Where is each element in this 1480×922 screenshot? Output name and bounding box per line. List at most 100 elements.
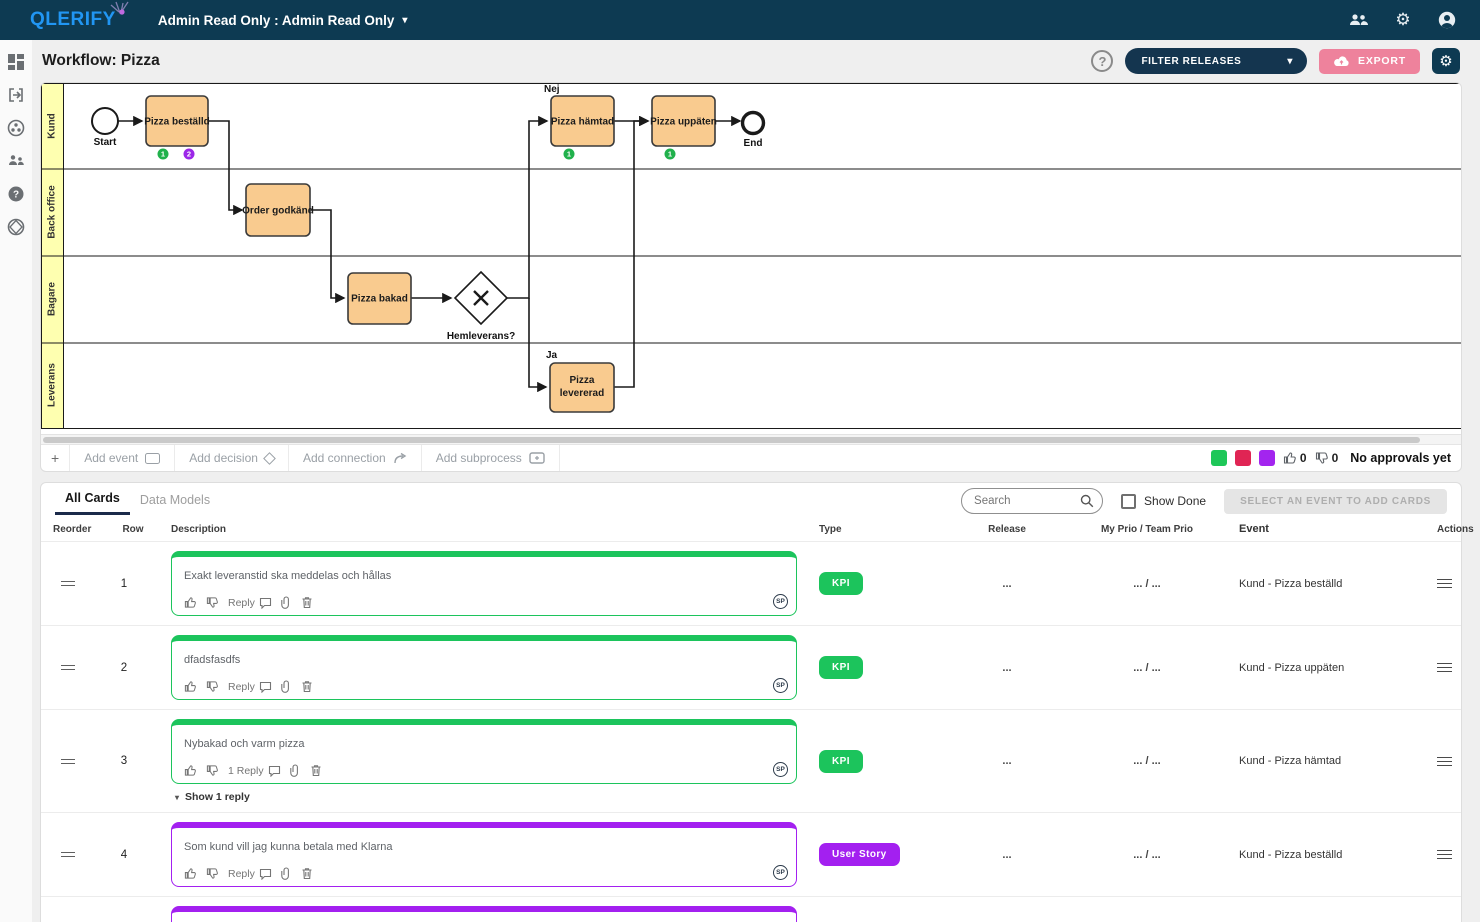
delete-icon[interactable] (301, 596, 313, 609)
color-swatch-green[interactable] (1211, 450, 1227, 466)
start-event[interactable]: Start (92, 108, 118, 148)
event-node-pizza-bakad[interactable]: Pizza bakad (348, 273, 411, 324)
thumb-up-icon[interactable] (184, 596, 197, 609)
avatar[interactable]: SP (773, 865, 788, 880)
filter-releases-button[interactable]: FILTER RELEASES ▾ (1125, 48, 1307, 74)
connection-shape-icon (393, 452, 407, 465)
reply-button[interactable]: Reply (228, 681, 272, 693)
dashboard-icon[interactable] (6, 52, 26, 72)
event-node-pizza-levererad[interactable]: Pizza levererad (550, 363, 614, 412)
search-icon[interactable] (1080, 494, 1094, 508)
type-badge[interactable]: User Story (819, 843, 900, 866)
add-decision-button[interactable]: Add decision (175, 445, 289, 471)
help-circle-icon[interactable]: ? (1091, 50, 1113, 72)
release-value[interactable]: ... (937, 662, 1077, 674)
avatar[interactable]: SP (773, 762, 788, 777)
col-reorder: Reorder (53, 524, 109, 535)
show-reply-link[interactable]: ▾ Show 1 reply (175, 791, 797, 803)
event-node-order-godkand[interactable]: Order godkänd (242, 184, 314, 236)
reply-button[interactable]: Reply (228, 868, 272, 880)
thumb-down-icon[interactable] (206, 764, 219, 777)
drag-handle[interactable] (61, 849, 75, 860)
drag-handle[interactable] (61, 662, 75, 673)
drag-handle[interactable] (61, 756, 75, 767)
add-event-button[interactable]: Add event (70, 445, 175, 471)
add-event-label: Add event (84, 451, 138, 465)
community-icon[interactable] (6, 217, 26, 237)
qlerify-logo[interactable]: QLERIFY (30, 9, 116, 31)
type-badge[interactable]: KPI (819, 656, 863, 679)
reply-button[interactable]: 1 Reply (228, 765, 281, 777)
dislikes-count: 0 (1332, 451, 1339, 465)
help-icon[interactable]: ? (6, 184, 26, 204)
card-description[interactable]: Som kund vill jag kunna betala med Klarn… (171, 822, 797, 887)
workflow-dislikes[interactable]: 0 (1315, 451, 1339, 465)
row-actions-menu[interactable] (1437, 754, 1480, 769)
svg-text:1: 1 (161, 150, 165, 159)
settings-gear-icon[interactable]: ⚙ (1392, 9, 1414, 31)
account-icon[interactable] (1436, 9, 1458, 31)
avatar[interactable]: SP (773, 594, 788, 609)
add-connection-button[interactable]: Add connection (289, 445, 422, 471)
thumb-up-icon[interactable] (184, 867, 197, 880)
release-value[interactable]: ... (937, 849, 1077, 861)
release-value[interactable]: ... (937, 578, 1077, 590)
reply-button[interactable]: Reply (228, 597, 272, 609)
workspace-selector[interactable]: Admin Read Only : Admin Read Only ▾ (158, 13, 408, 28)
thumb-down-icon[interactable] (206, 867, 219, 880)
diagram-settings-button[interactable]: ⚙ (1432, 48, 1460, 74)
drag-handle[interactable] (61, 578, 75, 589)
event-node-pizza-uppaten[interactable]: Pizza uppäten (650, 96, 717, 146)
card-description[interactable]: Exakt leveranstid ska meddelas och hålla… (171, 551, 797, 616)
prio-value[interactable]: ... / ... (1077, 662, 1217, 674)
show-done-checkbox[interactable] (1121, 494, 1136, 509)
exit-to-app-icon[interactable] (6, 85, 26, 105)
attachment-icon[interactable] (290, 764, 301, 777)
table-row: 2 dfadsfasdfs Reply SP (41, 625, 1461, 709)
type-badge[interactable]: KPI (819, 750, 863, 773)
thumb-down-icon[interactable] (206, 680, 219, 693)
thumb-up-icon[interactable] (184, 764, 197, 777)
end-event[interactable]: End (743, 113, 764, 150)
release-value[interactable]: ... (937, 755, 1077, 767)
members-icon[interactable] (1348, 9, 1370, 31)
attachment-icon[interactable] (281, 867, 292, 880)
row-actions-menu[interactable] (1437, 576, 1480, 591)
color-swatch-purple[interactable] (1259, 450, 1275, 466)
select-event-button-top[interactable]: SELECT AN EVENT TO ADD CARDS (1224, 489, 1447, 514)
add-subprocess-button[interactable]: Add subprocess (422, 445, 560, 471)
card-description[interactable]: Som kund vill jag kunna betala med Swish… (171, 906, 797, 922)
row-actions-menu[interactable] (1437, 660, 1480, 675)
lane-label-leverans: Leverans (47, 363, 58, 407)
team-icon[interactable] (6, 151, 26, 171)
event-shape-icon (145, 453, 160, 464)
node-label: Pizza beställd (144, 117, 210, 128)
prio-value[interactable]: ... / ... (1077, 578, 1217, 590)
delete-icon[interactable] (301, 680, 313, 693)
attachment-icon[interactable] (281, 596, 292, 609)
card-description[interactable]: Nybakad och varm pizza 1 Reply SP (171, 719, 797, 784)
workflow-likes[interactable]: 0 (1283, 451, 1307, 465)
show-done-toggle[interactable]: Show Done (1121, 494, 1206, 509)
thumb-up-icon (1283, 451, 1297, 465)
color-swatch-crimson[interactable] (1235, 450, 1251, 466)
scrollbar-thumb[interactable] (43, 437, 1420, 443)
row-actions-menu[interactable] (1437, 847, 1480, 862)
event-node-pizza-bestalld[interactable]: Pizza beställd (144, 96, 210, 146)
add-lane-button[interactable]: + (41, 445, 70, 471)
prio-value[interactable]: ... / ... (1077, 755, 1217, 767)
hub-icon[interactable] (6, 118, 26, 138)
thumb-up-icon[interactable] (184, 680, 197, 693)
card-description[interactable]: dfadsfasdfs Reply SP (171, 635, 797, 700)
delete-icon[interactable] (301, 867, 313, 880)
delete-icon[interactable] (310, 764, 322, 777)
type-badge[interactable]: KPI (819, 572, 863, 595)
export-button[interactable]: EXPORT (1319, 49, 1420, 74)
thumb-down-icon[interactable] (206, 596, 219, 609)
event-node-pizza-hamtad[interactable]: Pizza hämtad (551, 96, 614, 146)
prio-value[interactable]: ... / ... (1077, 849, 1217, 861)
attachment-icon[interactable] (281, 680, 292, 693)
tab-data-models[interactable]: Data Models (130, 489, 220, 514)
avatar[interactable]: SP (773, 678, 788, 693)
tab-all-cards[interactable]: All Cards (55, 487, 130, 515)
